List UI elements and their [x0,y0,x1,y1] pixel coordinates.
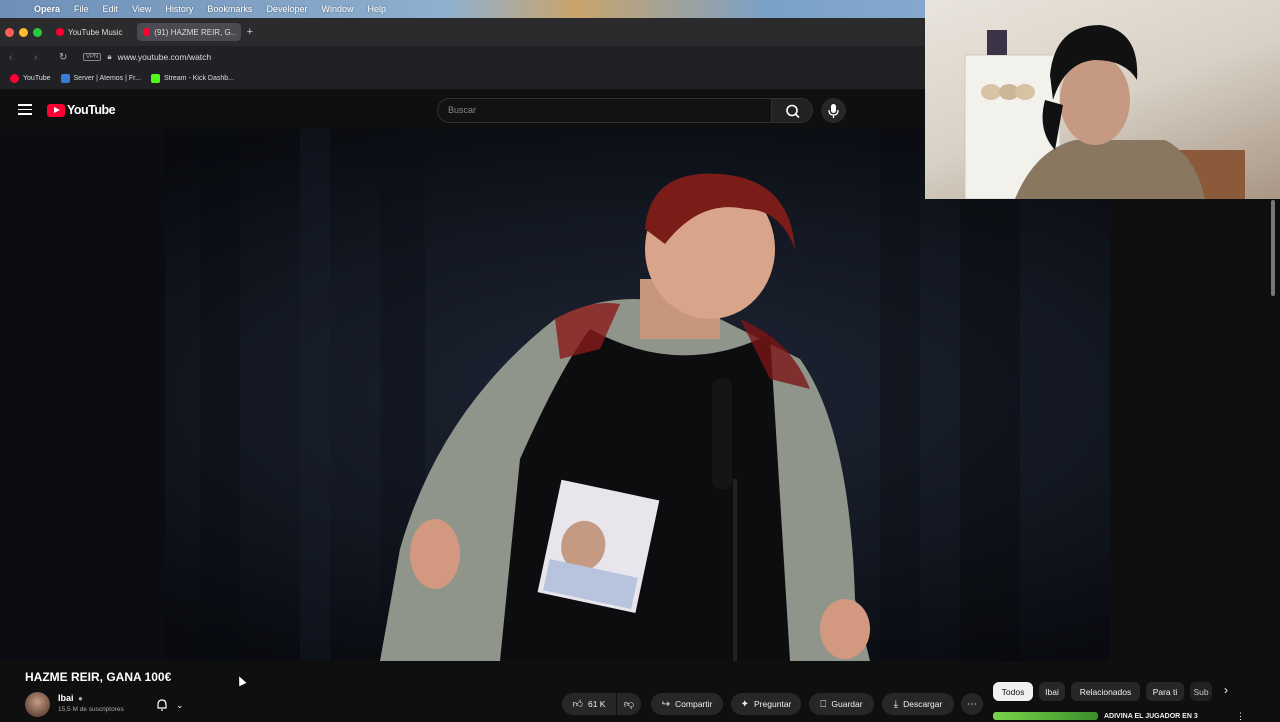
menu-history[interactable]: History [165,4,193,14]
zoom-window-button[interactable] [33,27,42,37]
channel-name[interactable]: Ibai ● [58,693,83,703]
chip-sub[interactable]: Sub [1190,682,1212,701]
secondary-column [1110,129,1280,661]
youtube-logo-text: YouTube [67,103,116,117]
microphone-icon [828,104,839,118]
download-button[interactable]: ⤓ Descargar [882,693,954,715]
minimize-window-button[interactable] [19,27,28,37]
like-count: 61 K [587,699,606,709]
search-input[interactable]: Buscar [437,98,772,123]
search-button[interactable] [771,98,813,123]
kick-bookmark-icon [150,74,160,83]
video-player[interactable] [0,129,1110,661]
recommended-video-thumbnail[interactable] [993,712,1098,720]
youtube-logo[interactable]: YouTube [47,103,116,117]
dislike-button[interactable]: 👎︎ [617,693,641,715]
chip-para-ti[interactable]: Para ti [1146,682,1184,701]
hamburger-menu-icon[interactable] [18,104,32,116]
voice-search-button[interactable] [821,98,846,123]
new-tab-plus-icon[interactable]: + [247,26,253,38]
ask-label: Preguntar [754,699,792,709]
mouse-cursor-icon [235,674,247,687]
channel-name-text: Ibai [58,693,74,703]
share-label: Compartir [675,699,713,709]
chips-next-chevron-icon[interactable]: › [1224,683,1228,697]
close-window-button[interactable] [5,27,14,37]
youtube-favicon-icon [142,28,151,36]
thumbs-up-icon: 👍︎ [572,699,583,710]
webcam-feed-image [964,25,1245,199]
bookmark-label: Stream - Kick Dashb... [163,75,234,82]
channel-avatar[interactable] [25,692,50,717]
download-label: Descargar [903,699,943,709]
ask-button[interactable]: ✦ Preguntar [731,693,801,715]
chip-ibai[interactable]: Ibai [1039,682,1065,701]
webcam-overlay [925,0,1280,199]
bookmark-icon: ⎕ [820,698,827,710]
menu-help[interactable]: Help [367,4,386,14]
youtube-play-logo-icon [47,103,65,117]
share-arrow-icon: ↪ [661,698,671,710]
video-title: HAZME REIR, GANA 100€ [25,670,172,684]
verified-icon: ● [78,694,83,703]
vpn-badge[interactable]: VPN [83,53,102,61]
sparkle-icon: ✦ [740,698,750,710]
more-actions-button[interactable]: ⋯ [961,693,983,715]
bookmark-youtube[interactable]: YouTube [10,74,51,83]
forward-icon[interactable]: › [34,52,50,63]
chip-todos[interactable]: Todos [993,682,1033,701]
save-label: Guardar [831,699,863,709]
tab-label: YouTube Music [68,27,123,37]
window-controls [5,27,42,37]
menu-app-name[interactable]: Opera [34,4,60,14]
youtube-music-favicon-icon [56,28,64,36]
server-bookmark-icon [60,74,70,83]
recommended-video-title[interactable]: ADIVINA EL JUGADOR EN 3 [1104,713,1198,720]
browser-tab-bar: YouTube Music (91) HAZME REIR, G... + [0,18,925,46]
menu-file[interactable]: File [74,4,89,14]
tab-label: (91) HAZME REIR, G... [154,27,235,37]
menu-window[interactable]: Window [321,4,353,14]
url-field[interactable]: www.youtube.com/watch [118,52,212,62]
youtube-bookmark-icon [10,74,19,83]
share-button[interactable]: ↪ Compartir [651,693,723,715]
menu-developer[interactable]: Developer [266,4,307,14]
video-frame-image [200,129,1020,661]
lock-icon[interactable]: 🔒︎ [107,52,111,62]
search-icon [786,104,800,119]
bookmark-label: YouTube [23,75,51,82]
address-bar-row: ‹ › ↻ VPN 🔒︎ www.youtube.com/watch [0,46,925,68]
bookmark-server[interactable]: Server | Atemos | Fr... [60,74,141,83]
save-button[interactable]: ⎕ Guardar [809,693,874,715]
reload-icon[interactable]: ↻ [59,52,75,63]
subscriber-count: 15,5 M de suscriptores [58,706,124,713]
page-scrollbar[interactable] [1271,200,1275,296]
menu-edit[interactable]: Edit [103,4,119,14]
menu-bookmarks[interactable]: Bookmarks [207,4,252,14]
bookmarks-bar: YouTube Server | Atemos | Fr... Stream -… [0,68,925,90]
download-icon: ⤓ [893,698,899,710]
notification-bell-button[interactable]: ⌄ [156,695,196,715]
chevron-down-icon: ⌄ [176,699,184,710]
back-icon[interactable]: ‹ [9,52,25,63]
chip-relacionados[interactable]: Relacionados [1071,682,1140,701]
recommended-menu-icon[interactable]: ⋮ [1236,711,1245,722]
tab-youtube-music[interactable]: YouTube Music [50,23,129,41]
like-button[interactable]: 👍︎ 61 K [562,693,616,715]
menu-view[interactable]: View [132,4,151,14]
tab-active-video[interactable]: (91) HAZME REIR, G... [136,23,241,41]
thumbs-down-icon: 👎︎ [623,699,635,710]
more-horizontal-icon: ⋯ [967,698,977,710]
bookmark-label: Server | Atemos | Fr... [73,75,141,82]
bell-icon [157,699,167,711]
bookmark-kick[interactable]: Stream - Kick Dashb... [150,74,234,83]
